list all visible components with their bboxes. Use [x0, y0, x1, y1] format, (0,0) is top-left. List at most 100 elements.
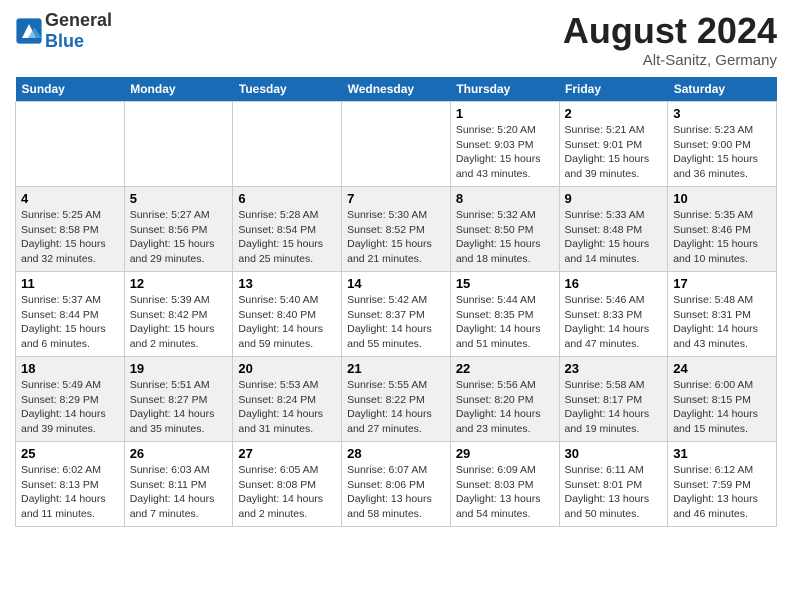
- table-cell: 29 Sunrise: 6:09 AM Sunset: 8:03 PM Dayli…: [450, 442, 559, 527]
- day-number: 18: [21, 361, 119, 376]
- day-number: 25: [21, 446, 119, 461]
- table-cell: 3Sunrise: 5:23 AM Sunset: 9:00 PM Daylig…: [668, 102, 777, 187]
- table-cell: [233, 102, 342, 187]
- table-cell: 18 Sunrise: 5:49 AM Sunset: 8:29 PM Dayli…: [16, 357, 125, 442]
- day-number: 16: [565, 276, 663, 291]
- day-info: Sunrise: 6:00 AM Sunset: 8:15 PM Dayligh…: [673, 378, 771, 437]
- logo: General Blue: [15, 10, 112, 52]
- day-number: 5: [130, 191, 228, 206]
- table-cell: 12 Sunrise: 5:39 AM Sunset: 8:42 PM Dayli…: [124, 272, 233, 357]
- day-info: Sunrise: 5:42 AM Sunset: 8:37 PM Dayligh…: [347, 293, 445, 352]
- week-row-4: 18 Sunrise: 5:49 AM Sunset: 8:29 PM Dayli…: [16, 357, 777, 442]
- table-cell: 21 Sunrise: 5:55 AM Sunset: 8:22 PM Dayli…: [342, 357, 451, 442]
- day-info: Sunrise: 5:51 AM Sunset: 8:27 PM Dayligh…: [130, 378, 228, 437]
- logo-icon: [15, 17, 43, 45]
- day-info: Sunrise: 5:25 AM Sunset: 8:58 PM Dayligh…: [21, 208, 119, 267]
- day-number: 1: [456, 106, 554, 121]
- header-monday: Monday: [124, 77, 233, 102]
- day-number: 17: [673, 276, 771, 291]
- day-info: Sunrise: 5:49 AM Sunset: 8:29 PM Dayligh…: [21, 378, 119, 437]
- header: General Blue August 2024 Alt-Sanitz, Ger…: [15, 10, 777, 69]
- day-number: 20: [238, 361, 336, 376]
- day-info: Sunrise: 6:03 AM Sunset: 8:11 PM Dayligh…: [130, 463, 228, 522]
- day-number: 22: [456, 361, 554, 376]
- logo-text: General Blue: [45, 10, 112, 52]
- table-cell: 23Sunrise: 5:58 AM Sunset: 8:17 PM Dayli…: [559, 357, 668, 442]
- table-cell: 2 Sunrise: 5:21 AM Sunset: 9:01 PM Daylig…: [559, 102, 668, 187]
- table-cell: 22 Sunrise: 5:56 AM Sunset: 8:20 PM Dayli…: [450, 357, 559, 442]
- header-wednesday: Wednesday: [342, 77, 451, 102]
- table-cell: [342, 102, 451, 187]
- month-title: August 2024: [563, 10, 777, 52]
- day-number: 19: [130, 361, 228, 376]
- table-cell: 31 Sunrise: 6:12 AM Sunset: 7:59 PM Dayli…: [668, 442, 777, 527]
- header-tuesday: Tuesday: [233, 77, 342, 102]
- day-number: 29: [456, 446, 554, 461]
- day-info: Sunrise: 6:09 AM Sunset: 8:03 PM Dayligh…: [456, 463, 554, 522]
- day-number: 3: [673, 106, 771, 121]
- table-cell: 13 Sunrise: 5:40 AM Sunset: 8:40 PM Dayli…: [233, 272, 342, 357]
- day-number: 21: [347, 361, 445, 376]
- day-number: 8: [456, 191, 554, 206]
- week-row-2: 4 Sunrise: 5:25 AM Sunset: 8:58 PM Daylig…: [16, 187, 777, 272]
- table-cell: 7 Sunrise: 5:30 AM Sunset: 8:52 PM Daylig…: [342, 187, 451, 272]
- header-sunday: Sunday: [16, 77, 125, 102]
- day-number: 28: [347, 446, 445, 461]
- day-info: Sunrise: 5:20 AM Sunset: 9:03 PM Dayligh…: [456, 123, 554, 182]
- table-cell: 17 Sunrise: 5:48 AM Sunset: 8:31 PM Dayli…: [668, 272, 777, 357]
- table-cell: 28 Sunrise: 6:07 AM Sunset: 8:06 PM Dayli…: [342, 442, 451, 527]
- location: Alt-Sanitz, Germany: [563, 52, 777, 69]
- day-number: 24: [673, 361, 771, 376]
- table-cell: 5Sunrise: 5:27 AM Sunset: 8:56 PM Daylig…: [124, 187, 233, 272]
- table-cell: 14Sunrise: 5:42 AM Sunset: 8:37 PM Dayli…: [342, 272, 451, 357]
- table-cell: 10Sunrise: 5:35 AM Sunset: 8:46 PM Dayli…: [668, 187, 777, 272]
- logo-general-text: General: [45, 10, 112, 31]
- day-number: 10: [673, 191, 771, 206]
- day-info: Sunrise: 5:44 AM Sunset: 8:35 PM Dayligh…: [456, 293, 554, 352]
- day-info: Sunrise: 5:55 AM Sunset: 8:22 PM Dayligh…: [347, 378, 445, 437]
- day-info: Sunrise: 5:39 AM Sunset: 8:42 PM Dayligh…: [130, 293, 228, 352]
- table-cell: 27Sunrise: 6:05 AM Sunset: 8:08 PM Dayli…: [233, 442, 342, 527]
- day-info: Sunrise: 5:56 AM Sunset: 8:20 PM Dayligh…: [456, 378, 554, 437]
- header-thursday: Thursday: [450, 77, 559, 102]
- table-cell: 30 Sunrise: 6:11 AM Sunset: 8:01 PM Dayli…: [559, 442, 668, 527]
- table-cell: 1 Sunrise: 5:20 AM Sunset: 9:03 PM Daylig…: [450, 102, 559, 187]
- day-number: 13: [238, 276, 336, 291]
- page-container: General Blue August 2024 Alt-Sanitz, Ger…: [0, 0, 792, 537]
- day-info: Sunrise: 5:53 AM Sunset: 8:24 PM Dayligh…: [238, 378, 336, 437]
- table-cell: 19 Sunrise: 5:51 AM Sunset: 8:27 PM Dayli…: [124, 357, 233, 442]
- day-info: Sunrise: 5:46 AM Sunset: 8:33 PM Dayligh…: [565, 293, 663, 352]
- day-number: 12: [130, 276, 228, 291]
- day-info: Sunrise: 6:07 AM Sunset: 8:06 PM Dayligh…: [347, 463, 445, 522]
- day-number: 2: [565, 106, 663, 121]
- day-info: Sunrise: 6:02 AM Sunset: 8:13 PM Dayligh…: [21, 463, 119, 522]
- table-cell: 4 Sunrise: 5:25 AM Sunset: 8:58 PM Daylig…: [16, 187, 125, 272]
- day-number: 31: [673, 446, 771, 461]
- day-info: Sunrise: 5:40 AM Sunset: 8:40 PM Dayligh…: [238, 293, 336, 352]
- table-cell: 9Sunrise: 5:33 AM Sunset: 8:48 PM Daylig…: [559, 187, 668, 272]
- title-block: August 2024 Alt-Sanitz, Germany: [563, 10, 777, 69]
- day-info: Sunrise: 5:32 AM Sunset: 8:50 PM Dayligh…: [456, 208, 554, 267]
- day-info: Sunrise: 5:37 AM Sunset: 8:44 PM Dayligh…: [21, 293, 119, 352]
- week-row-1: 1 Sunrise: 5:20 AM Sunset: 9:03 PM Daylig…: [16, 102, 777, 187]
- day-info: Sunrise: 5:58 AM Sunset: 8:17 PM Dayligh…: [565, 378, 663, 437]
- day-number: 7: [347, 191, 445, 206]
- day-info: Sunrise: 6:12 AM Sunset: 7:59 PM Dayligh…: [673, 463, 771, 522]
- day-number: 15: [456, 276, 554, 291]
- day-number: 11: [21, 276, 119, 291]
- table-cell: 8 Sunrise: 5:32 AM Sunset: 8:50 PM Daylig…: [450, 187, 559, 272]
- day-number: 4: [21, 191, 119, 206]
- day-info: Sunrise: 5:30 AM Sunset: 8:52 PM Dayligh…: [347, 208, 445, 267]
- header-friday: Friday: [559, 77, 668, 102]
- day-info: Sunrise: 5:48 AM Sunset: 8:31 PM Dayligh…: [673, 293, 771, 352]
- day-number: 27: [238, 446, 336, 461]
- table-cell: 26 Sunrise: 6:03 AM Sunset: 8:11 PM Dayli…: [124, 442, 233, 527]
- table-cell: 24 Sunrise: 6:00 AM Sunset: 8:15 PM Dayli…: [668, 357, 777, 442]
- day-number: 30: [565, 446, 663, 461]
- header-saturday: Saturday: [668, 77, 777, 102]
- day-number: 9: [565, 191, 663, 206]
- day-info: Sunrise: 6:11 AM Sunset: 8:01 PM Dayligh…: [565, 463, 663, 522]
- table-cell: [16, 102, 125, 187]
- day-info: Sunrise: 5:21 AM Sunset: 9:01 PM Dayligh…: [565, 123, 663, 182]
- day-number: 26: [130, 446, 228, 461]
